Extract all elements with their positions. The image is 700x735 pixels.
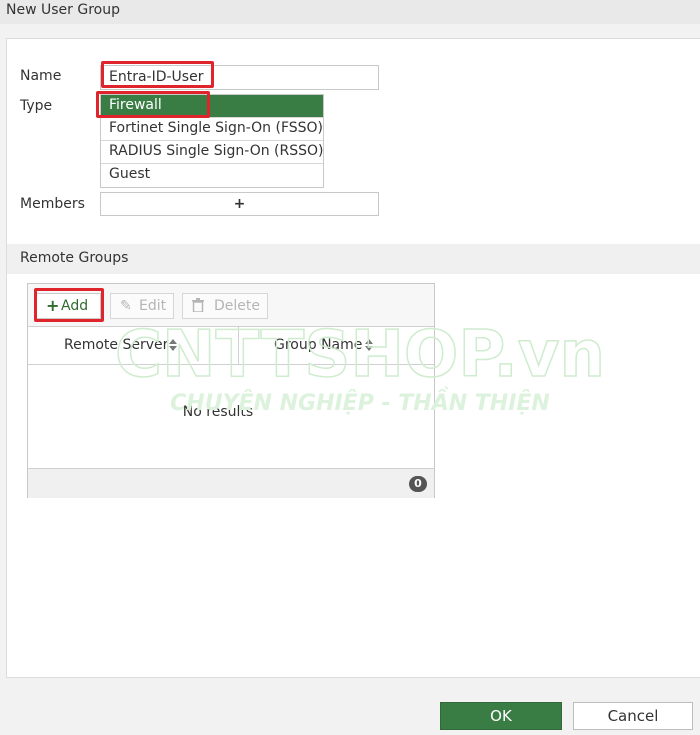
type-option-label: Guest — [109, 166, 151, 182]
trash-icon — [192, 298, 204, 316]
type-selector[interactable]: Firewall Fortinet Single Sign-On (FSSO) … — [100, 94, 324, 188]
column-divider — [238, 327, 239, 364]
table-header: Remote Server Group Name — [28, 327, 434, 365]
pencil-icon: ✎ — [120, 298, 132, 314]
type-option-guest[interactable]: Guest — [101, 164, 323, 187]
dialog-title: New User Group — [6, 2, 120, 18]
cancel-button[interactable]: Cancel — [573, 702, 693, 730]
add-button-label: Add — [61, 298, 89, 314]
result-count-badge: 0 — [409, 476, 427, 492]
column-group-name[interactable]: Group Name — [239, 327, 434, 364]
remote-groups-table: + Add ✎ Edit Delete Remote Server Group … — [27, 283, 435, 498]
table-toolbar: + Add ✎ Edit Delete — [28, 284, 434, 327]
section-title: Remote Groups — [20, 250, 129, 266]
type-label: Type — [20, 98, 53, 114]
sort-icon — [365, 339, 373, 353]
delete-button-label: Delete — [214, 298, 260, 314]
name-field[interactable] — [100, 65, 379, 90]
name-input[interactable] — [109, 69, 359, 85]
plus-icon: + — [233, 196, 246, 212]
members-label: Members — [20, 196, 85, 212]
type-option-label: Firewall — [109, 97, 162, 113]
type-option-label: Fortinet Single Sign-On (FSSO) — [109, 120, 324, 136]
column-label: Remote Server — [64, 337, 169, 353]
delete-button[interactable]: Delete — [182, 293, 268, 319]
type-option-label: RADIUS Single Sign-On (RSSO) — [109, 143, 324, 159]
plus-icon: + — [46, 296, 60, 315]
edit-button-label: Edit — [139, 298, 167, 314]
remote-groups-header: Remote Groups — [7, 244, 700, 274]
table-footer: 0 — [28, 468, 434, 498]
name-label: Name — [20, 68, 62, 84]
edit-button[interactable]: ✎ Edit — [110, 293, 174, 319]
column-label: Group Name — [274, 337, 363, 353]
sort-icon — [169, 339, 177, 353]
column-remote-server[interactable]: Remote Server — [28, 327, 238, 364]
type-option-firewall[interactable]: Firewall — [101, 95, 323, 118]
type-option-rsso[interactable]: RADIUS Single Sign-On (RSSO) — [101, 141, 323, 164]
ok-button[interactable]: OK — [440, 702, 562, 730]
empty-results: No results — [182, 404, 254, 420]
add-button[interactable]: + Add — [36, 293, 101, 319]
dialog-titlebar: New User Group — [0, 0, 700, 24]
members-add-field[interactable]: + — [100, 192, 379, 216]
type-option-fsso[interactable]: Fortinet Single Sign-On (FSSO) — [101, 118, 323, 141]
